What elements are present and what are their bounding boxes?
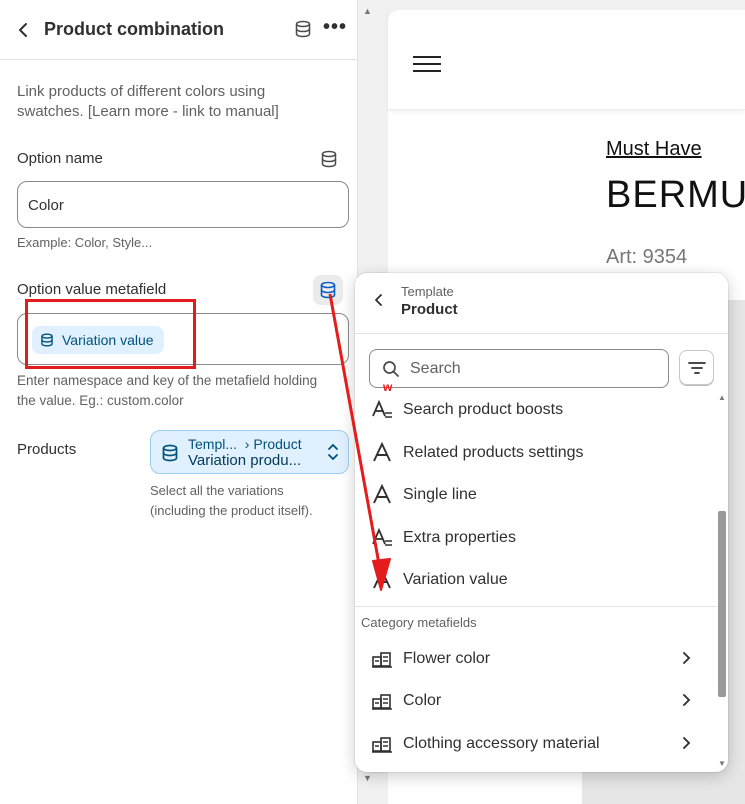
back-icon[interactable] <box>14 18 34 42</box>
section-description: Link products of different colors using … <box>17 83 279 120</box>
products-label: Products <box>17 441 77 458</box>
list-item[interactable]: Variation value <box>355 560 715 602</box>
text-icon <box>371 568 393 591</box>
option-name-hint: Example: Color, Style... <box>17 235 153 250</box>
list-item[interactable]: Flower color <box>355 639 715 681</box>
database-icon <box>161 444 179 467</box>
list-item-label: Extra properties <box>403 529 516 546</box>
database-icon[interactable] <box>294 20 312 43</box>
list-item-label: Clothing accessory material <box>403 735 600 752</box>
option-name-input[interactable]: Color <box>17 181 349 228</box>
scroll-down-icon[interactable]: ▼ <box>363 773 372 783</box>
list-item-label: Color <box>403 692 442 709</box>
products-hint-line2: (including the product itself). <box>150 503 313 518</box>
collection-link[interactable]: Must Have <box>606 138 702 161</box>
highlight-box <box>25 299 196 369</box>
search-placeholder: Search <box>410 360 461 377</box>
more-options-icon[interactable]: ••• <box>323 16 347 39</box>
chevron-right-icon <box>681 735 691 756</box>
popover-scrollbar[interactable]: ▲ ▼ <box>717 393 727 772</box>
text-icon <box>371 483 393 506</box>
option-name-label: Option name <box>17 150 103 167</box>
chevron-right-icon <box>681 650 691 671</box>
connect-dynamic-source-button[interactable] <box>313 275 343 305</box>
list-item[interactable]: Color <box>355 681 715 723</box>
scroll-up-icon[interactable]: ▲ <box>363 6 372 16</box>
popover-title: Product <box>401 301 458 318</box>
metafield-label: Option value metafield <box>17 281 167 298</box>
products-breadcrumb: Templ... › Product <box>188 436 302 452</box>
scroll-up-icon[interactable]: ▲ <box>718 393 726 402</box>
breadcrumb-product: Product <box>253 436 302 452</box>
text-icon <box>371 441 393 464</box>
category-section-label: Category metafields <box>361 615 477 630</box>
metafield-hint-line2: the value. Eg.: custom.color <box>17 393 184 408</box>
menu-icon[interactable] <box>413 56 441 77</box>
products-value: Variation produ... <box>188 452 302 469</box>
list-item-label: Flower color <box>403 650 491 667</box>
popover-header: Template Product <box>355 273 728 334</box>
list-item-label: Single line <box>403 486 477 503</box>
database-icon <box>320 281 336 299</box>
list-item-label: Related products settings <box>403 444 584 461</box>
search-input[interactable]: Search <box>369 349 669 388</box>
filter-icon <box>687 361 706 374</box>
scroll-down-icon[interactable]: ▼ <box>718 759 726 768</box>
panel-header: Product combination ••• <box>0 0 357 60</box>
products-source-picker[interactable]: Templ... › Product Variation produ... <box>150 430 349 474</box>
filter-button[interactable] <box>679 350 714 385</box>
settings-panel: Product combination ••• Link products of… <box>0 0 358 804</box>
metafield-hint-line1: Enter namespace and key of the metafield… <box>17 373 318 388</box>
article-number: Art: 9354 <box>606 246 688 268</box>
list-item[interactable]: Single line <box>355 475 715 517</box>
panel-title: Product combination <box>44 19 224 39</box>
category-metafield-icon <box>371 648 393 670</box>
list-item[interactable]: Search product boosts <box>355 390 715 432</box>
products-hint-line1: Select all the variations <box>150 483 284 498</box>
divider <box>355 606 717 607</box>
product-title: BERMU <box>606 174 745 216</box>
multiline-text-icon <box>371 527 393 549</box>
list-item[interactable]: Extra properties <box>355 518 715 560</box>
list-item-label: Search product boosts <box>403 401 564 418</box>
chevron-right-icon <box>681 692 691 713</box>
list-item-label: Variation value <box>403 571 508 588</box>
dynamic-source-icon[interactable] <box>320 150 338 173</box>
chevron-up-down-icon <box>327 442 339 463</box>
list-item[interactable]: Clothing accessory material <box>355 724 715 766</box>
multiline-text-icon <box>371 399 393 421</box>
scroll-thumb[interactable] <box>718 511 726 697</box>
popover-supertitle: Template <box>401 284 454 299</box>
preview-header <box>388 10 745 110</box>
category-metafield-icon <box>371 690 393 712</box>
dynamic-source-popover: Template Product Search w Search product… <box>355 273 728 772</box>
breadcrumb-template: Templ... <box>188 436 238 452</box>
category-metafield-icon <box>371 733 393 755</box>
list-item[interactable]: Related products settings <box>355 433 715 475</box>
back-icon[interactable] <box>373 291 385 314</box>
